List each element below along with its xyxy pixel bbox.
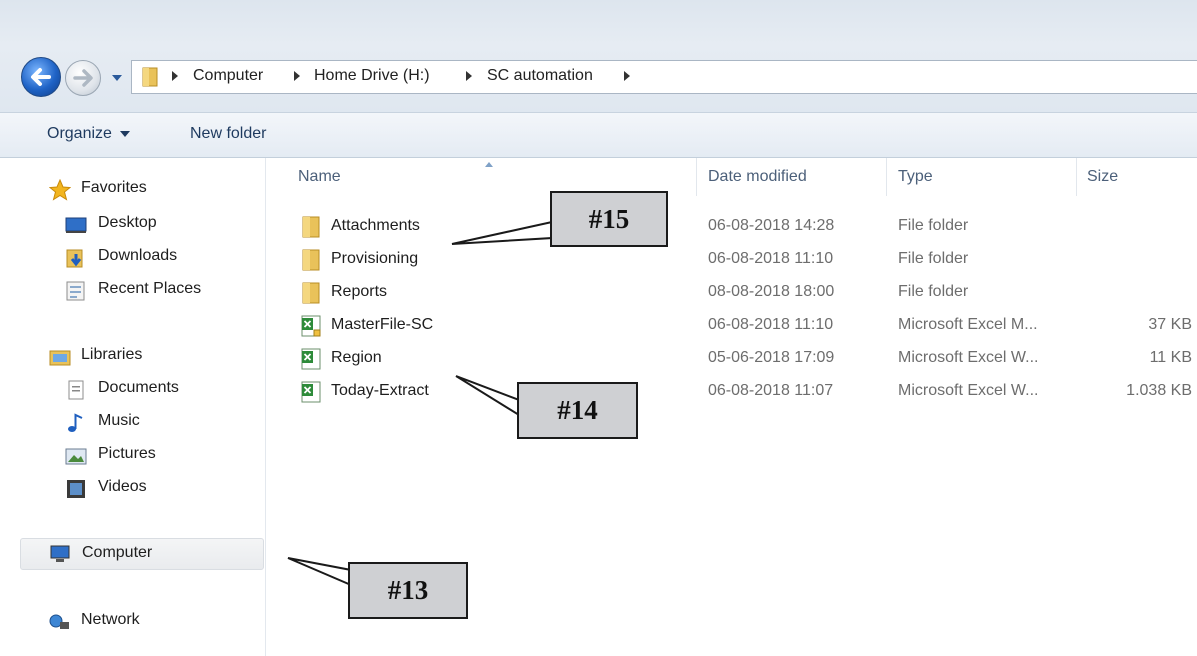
forward-button[interactable] — [65, 60, 101, 96]
folder-icon — [142, 67, 158, 87]
file-name: Provisioning — [331, 250, 419, 267]
column-header-size[interactable]: Size — [1087, 168, 1118, 186]
callout-15-label: #15 — [550, 191, 668, 247]
file-date-modified: 06-08-2018 14:28 — [708, 217, 835, 234]
sidebar-item-downloads[interactable]: Downloads — [65, 244, 255, 272]
file-type: File folder — [898, 283, 969, 300]
file-type: Microsoft Excel W... — [898, 349, 1039, 366]
table-row[interactable]: MasterFile-SC 06-08-2018 11:10 Microsoft… — [267, 309, 1197, 342]
file-type: Microsoft Excel W... — [898, 382, 1039, 399]
back-button[interactable] — [21, 57, 61, 97]
file-name: Attachments — [331, 217, 420, 234]
sidebar-item-network[interactable]: Network — [48, 608, 248, 636]
sidebar-item-recent-places[interactable]: Recent Places — [65, 277, 255, 305]
back-arrow-icon — [31, 68, 51, 86]
sidebar-item-documents[interactable]: Documents — [65, 376, 255, 404]
file-date-modified: 06-08-2018 11:10 — [708, 250, 834, 267]
organize-label: Organize — [47, 125, 112, 142]
nav-favorites[interactable]: Favorites — [49, 176, 249, 204]
chevron-down-icon — [119, 130, 130, 137]
downloads-icon — [66, 249, 83, 268]
breadcrumb-computer[interactable]: Computer — [193, 67, 263, 85]
sort-ascending-icon — [485, 162, 493, 167]
sidebar-item-label: Computer — [82, 544, 153, 561]
nav-libraries-label: Libraries — [81, 346, 143, 363]
music-icon — [68, 413, 83, 432]
table-row[interactable]: Reports 08-08-2018 18:00 File folder — [267, 276, 1197, 309]
table-row[interactable]: Today-Extract 06-08-2018 11:07 Microsoft… — [267, 375, 1197, 408]
desktop-icon — [65, 217, 87, 233]
sidebar-item-label: Downloads — [98, 247, 178, 264]
navigation-pane: Favorites Desktop Downloads Recent Place… — [0, 158, 266, 656]
breadcrumb-separator-icon[interactable] — [294, 71, 300, 81]
command-bar: Organize New folder — [0, 112, 1197, 158]
column-divider[interactable] — [696, 158, 697, 196]
breadcrumb-separator-icon[interactable] — [466, 71, 472, 81]
sidebar-item-computer[interactable]: Computer — [20, 538, 264, 570]
sidebar-item-label: Music — [98, 412, 140, 429]
column-header-type[interactable]: Type — [898, 168, 933, 186]
sidebar-item-label: Recent Places — [98, 280, 202, 297]
sidebar-item-desktop[interactable]: Desktop — [65, 211, 255, 239]
videos-icon — [67, 480, 85, 498]
sidebar-item-label: Desktop — [98, 214, 157, 231]
file-type: Microsoft Excel M... — [898, 316, 1038, 333]
file-size: 11 KB — [1149, 349, 1192, 366]
new-folder-button[interactable]: New folder — [190, 125, 266, 143]
nav-favorites-label: Favorites — [81, 179, 147, 196]
callout-14-label: #14 — [517, 382, 638, 439]
sidebar-item-music[interactable]: Music — [65, 409, 255, 437]
folder-icon — [302, 249, 320, 271]
sidebar-item-label: Documents — [98, 379, 179, 396]
table-row[interactable]: Attachments 06-08-2018 14:28 File folder — [267, 210, 1197, 243]
column-header-name[interactable]: Name — [298, 168, 341, 186]
breadcrumb-home-drive[interactable]: Home Drive (H:) — [314, 67, 430, 85]
file-name: Region — [331, 349, 382, 366]
sidebar-item-label: Network — [81, 611, 140, 628]
organize-button[interactable]: Organize — [47, 125, 130, 143]
libraries-icon — [49, 350, 71, 366]
file-date-modified: 06-08-2018 11:07 — [708, 382, 834, 399]
file-name: MasterFile-SC — [331, 316, 434, 333]
network-icon — [49, 614, 69, 629]
forward-arrow-icon — [73, 69, 93, 87]
column-divider[interactable] — [886, 158, 887, 196]
excel-macro-icon — [301, 315, 321, 337]
sidebar-item-pictures[interactable]: Pictures — [65, 442, 255, 470]
table-row[interactable]: Region 05-06-2018 17:09 Microsoft Excel … — [267, 342, 1197, 375]
file-size: 37 KB — [1148, 316, 1192, 333]
excel-icon — [301, 381, 321, 403]
star-icon — [49, 179, 71, 201]
recent-pages-dropdown-icon[interactable] — [110, 70, 124, 84]
column-divider[interactable] — [1076, 158, 1077, 196]
callout-13-label: #13 — [348, 562, 468, 619]
computer-icon — [50, 545, 70, 562]
folder-icon — [302, 282, 320, 304]
excel-icon — [301, 348, 321, 370]
file-name: Today-Extract — [331, 382, 429, 399]
documents-icon — [68, 380, 84, 400]
address-row: Computer Home Drive (H:) SC automation — [0, 52, 1197, 104]
file-size: 1.038 KB — [1126, 382, 1192, 399]
pictures-icon — [65, 448, 87, 465]
sidebar-item-videos[interactable]: Videos — [65, 475, 255, 503]
column-header-date-modified[interactable]: Date modified — [708, 168, 807, 186]
sidebar-item-label: Pictures — [98, 445, 156, 462]
file-date-modified: 06-08-2018 11:10 — [708, 316, 834, 333]
breadcrumb-sc-automation[interactable]: SC automation — [487, 67, 593, 85]
window-titlebar: Computer Home Drive (H:) SC automation — [0, 0, 1197, 112]
file-name: Reports — [331, 283, 388, 300]
breadcrumb-separator-icon[interactable] — [172, 71, 178, 81]
file-date-modified: 08-08-2018 18:00 — [708, 283, 835, 300]
file-type: File folder — [898, 250, 969, 267]
breadcrumb-separator-icon[interactable] — [624, 71, 630, 81]
file-type: File folder — [898, 217, 969, 234]
sidebar-item-label: Videos — [98, 478, 147, 495]
file-date-modified: 05-06-2018 17:09 — [708, 349, 835, 366]
table-row[interactable]: Provisioning 06-08-2018 11:10 File folde… — [267, 243, 1197, 276]
folder-icon — [302, 216, 320, 238]
address-bar[interactable]: Computer Home Drive (H:) SC automation — [131, 60, 1197, 94]
nav-libraries[interactable]: Libraries — [49, 343, 249, 371]
recent-places-icon — [66, 281, 85, 301]
